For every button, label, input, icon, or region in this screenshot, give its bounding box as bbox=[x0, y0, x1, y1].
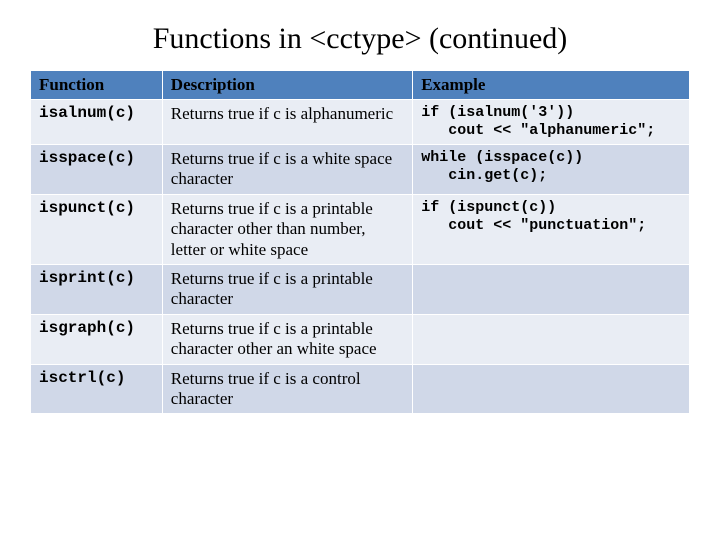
cell-description: Returns true if c is alphanumeric bbox=[162, 100, 412, 145]
cell-example bbox=[413, 364, 690, 414]
cell-description: Returns true if c is a printable charact… bbox=[162, 314, 412, 364]
slide-title: Functions in <cctype> (continued) bbox=[30, 22, 690, 56]
table-row: isspace(c) Returns true if c is a white … bbox=[31, 145, 690, 195]
cell-function: isalnum(c) bbox=[31, 100, 163, 145]
cell-example: while (isspace(c)) cin.get(c); bbox=[413, 145, 690, 195]
cell-example bbox=[413, 264, 690, 314]
cell-description: Returns true if c is a white space chara… bbox=[162, 145, 412, 195]
cell-description: Returns true if c is a control character bbox=[162, 364, 412, 414]
header-function: Function bbox=[31, 71, 163, 100]
cell-function: isprint(c) bbox=[31, 264, 163, 314]
cell-example: if (isalnum('3')) cout << "alphanumeric"… bbox=[413, 100, 690, 145]
table-header-row: Function Description Example bbox=[31, 71, 690, 100]
functions-table: Function Description Example isalnum(c) … bbox=[30, 70, 690, 414]
cell-function: isctrl(c) bbox=[31, 364, 163, 414]
cell-function: isspace(c) bbox=[31, 145, 163, 195]
cell-description: Returns true if c is a printable charact… bbox=[162, 194, 412, 264]
cell-example bbox=[413, 314, 690, 364]
slide: Functions in <cctype> (continued) Functi… bbox=[0, 0, 720, 540]
cell-example: if (ispunct(c)) cout << "punctuation"; bbox=[413, 194, 690, 264]
header-description: Description bbox=[162, 71, 412, 100]
table-row: isgraph(c) Returns true if c is a printa… bbox=[31, 314, 690, 364]
table-row: isctrl(c) Returns true if c is a control… bbox=[31, 364, 690, 414]
cell-function: isgraph(c) bbox=[31, 314, 163, 364]
header-example: Example bbox=[413, 71, 690, 100]
table-row: ispunct(c) Returns true if c is a printa… bbox=[31, 194, 690, 264]
cell-function: ispunct(c) bbox=[31, 194, 163, 264]
table-row: isprint(c) Returns true if c is a printa… bbox=[31, 264, 690, 314]
cell-description: Returns true if c is a printable charact… bbox=[162, 264, 412, 314]
table-row: isalnum(c) Returns true if c is alphanum… bbox=[31, 100, 690, 145]
